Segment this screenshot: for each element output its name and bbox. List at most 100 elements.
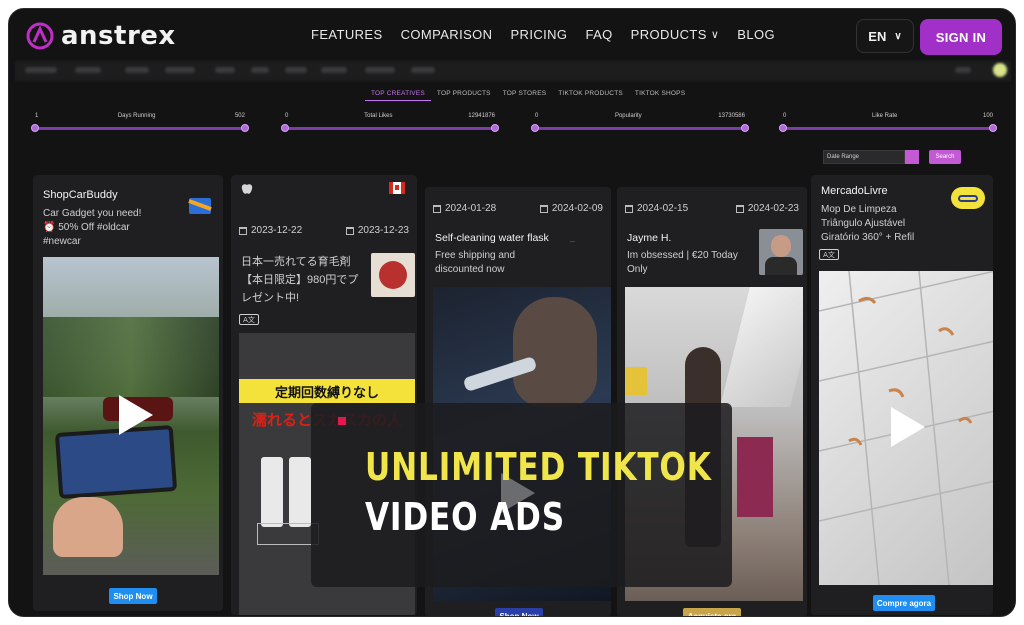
nav-link-blog[interactable]: BLOG bbox=[737, 27, 775, 42]
slider-handle-max[interactable] bbox=[491, 124, 499, 132]
play-icon[interactable] bbox=[119, 395, 153, 435]
desc-line: Free shipping and bbox=[435, 250, 516, 261]
mercadolivre-logo-icon bbox=[951, 187, 985, 209]
tab-top-products[interactable]: TOP PRODUCTS bbox=[431, 87, 497, 101]
calendar-icon bbox=[345, 226, 354, 235]
logo[interactable]: anstrex bbox=[25, 21, 176, 51]
slider-max: 100 bbox=[982, 113, 993, 119]
shop-now-button[interactable]: Shop Now bbox=[109, 588, 157, 604]
nav-link-faq[interactable]: FAQ bbox=[585, 27, 612, 42]
slider-handle-min[interactable] bbox=[779, 124, 787, 132]
video-poster bbox=[625, 367, 647, 395]
brand-logo-icon: ~ bbox=[569, 237, 576, 246]
ad-card[interactable]: ShopCarBuddy Car Gadget you need! ⏰ 50% … bbox=[33, 175, 223, 611]
play-icon[interactable] bbox=[891, 407, 925, 447]
calendar-icon[interactable] bbox=[905, 150, 919, 164]
product-bottle bbox=[261, 457, 283, 527]
date-text: 2024-02-23 bbox=[747, 203, 799, 214]
translate-icon[interactable]: A文 bbox=[239, 314, 259, 325]
slider-min: 0 bbox=[535, 113, 539, 119]
desc-line: #newcar bbox=[43, 236, 81, 247]
buy-now-button[interactable]: Acquista ora bbox=[683, 608, 741, 616]
slider-label: Popularity bbox=[614, 113, 642, 119]
language-label: EN bbox=[868, 28, 887, 44]
search-button[interactable]: Search bbox=[929, 150, 961, 164]
tab-top-creatives[interactable]: TOP CREATIVES bbox=[365, 87, 431, 101]
tab-tiktok-products[interactable]: TIKTOK PRODUCTS bbox=[552, 87, 629, 101]
top-nav: anstrex FEATURES COMPARISON PRICING FAQ … bbox=[9, 9, 1015, 67]
date-text: 2024-01-28 bbox=[445, 203, 497, 214]
desc-line: ⏰ 50% Off #oldcar bbox=[43, 222, 130, 233]
browser-frame: anstrex FEATURES COMPARISON PRICING FAQ … bbox=[8, 8, 1016, 617]
slider-handle-max[interactable] bbox=[741, 124, 749, 132]
slider-handle-min[interactable] bbox=[31, 124, 39, 132]
toolbar-blob bbox=[165, 67, 195, 73]
toolbar-blob bbox=[125, 67, 149, 73]
slider-popularity[interactable]: 0 Popularity 13730586 bbox=[531, 113, 749, 135]
date-range-input[interactable]: Date Range bbox=[823, 150, 905, 164]
canada-flag-icon bbox=[389, 182, 405, 194]
desc-line: Im obsessed | €20 Today bbox=[627, 250, 738, 261]
toolbar-blob bbox=[251, 67, 269, 73]
ad-card[interactable]: MercadoLivre Mop De Limpeza Triângulo Aj… bbox=[811, 175, 993, 615]
slider-handle-max[interactable] bbox=[241, 124, 249, 132]
desc-line: レゼント中! bbox=[241, 292, 300, 304]
slider-handle-max[interactable] bbox=[989, 124, 997, 132]
nav-link-features[interactable]: FEATURES bbox=[311, 27, 383, 42]
slider-max: 502 bbox=[234, 113, 245, 119]
slider-track[interactable] bbox=[783, 127, 993, 130]
translate-icon[interactable]: A文 bbox=[819, 249, 839, 260]
tab-top-stores[interactable]: TOP STORES bbox=[497, 87, 553, 101]
slider-track[interactable] bbox=[35, 127, 245, 130]
sign-in-button[interactable]: SIGN IN bbox=[920, 19, 1002, 55]
buy-now-button[interactable]: Compre agora bbox=[873, 595, 935, 611]
slider-total-likes[interactable]: 0 Total Likes 12941876 bbox=[281, 113, 499, 135]
start-date: 2023-12-22 bbox=[239, 225, 302, 236]
toolbar-blob bbox=[25, 67, 57, 73]
ad-video[interactable] bbox=[819, 271, 993, 585]
toolbar-blob bbox=[75, 67, 101, 73]
banner-line-1: UNLIMITED TIKTOK bbox=[365, 445, 712, 489]
desc-line: Mop De Limpeza bbox=[821, 204, 897, 215]
nav-link-products[interactable]: PRODUCTS ∨ bbox=[631, 27, 720, 42]
slider-min: 0 bbox=[783, 113, 787, 119]
toolbar-blob bbox=[955, 67, 971, 73]
video-drawer bbox=[737, 437, 773, 517]
slider-like-rate[interactable]: 0 Like Rate 100 bbox=[779, 113, 997, 135]
nav-link-comparison[interactable]: COMPARISON bbox=[401, 27, 493, 42]
slider-handle-min[interactable] bbox=[531, 124, 539, 132]
date-text: 2023-12-23 bbox=[357, 225, 409, 236]
ad-dates: 2024-02-15 2024-02-23 bbox=[617, 203, 807, 214]
desc-line: Car Gadget you need! bbox=[43, 208, 142, 219]
notification-icon[interactable] bbox=[993, 63, 1007, 77]
toolbar-blob bbox=[285, 67, 307, 73]
banner-line-2: VIDEO ADS bbox=[365, 495, 566, 539]
toolbar-blob bbox=[215, 67, 235, 73]
slider-days-running[interactable]: 1 Days Running 502 bbox=[31, 113, 249, 135]
desc-line: Giratório 360° + Refil bbox=[821, 232, 915, 243]
slider-track[interactable] bbox=[285, 127, 495, 130]
ad-description: Mop De Limpeza Triângulo Ajustável Girat… bbox=[821, 203, 914, 245]
ad-description: Free shipping and discounted now bbox=[435, 249, 515, 277]
advertiser-name: MercadoLivre bbox=[821, 185, 888, 197]
record-indicator-icon bbox=[338, 417, 346, 425]
nav-link-products-label: PRODUCTS bbox=[630, 27, 707, 42]
ad-badge bbox=[257, 523, 319, 545]
language-selector[interactable]: EN ∨ bbox=[856, 19, 914, 53]
tab-tiktok-shops[interactable]: TIKTOK SHOPS bbox=[629, 87, 691, 101]
ad-description: Im obsessed | €20 Today Only bbox=[627, 249, 738, 277]
shop-now-button[interactable]: Shop Now bbox=[495, 608, 543, 616]
advertiser-logo-icon bbox=[188, 198, 212, 214]
slider-max: 13730586 bbox=[718, 113, 745, 119]
logo-icon bbox=[26, 22, 54, 50]
nav-link-pricing[interactable]: PRICING bbox=[510, 27, 567, 42]
ad-video[interactable] bbox=[43, 257, 219, 575]
video-hand bbox=[53, 497, 123, 557]
date-text: 2024-02-15 bbox=[637, 203, 689, 214]
app-toolbar-strip bbox=[15, 61, 1011, 81]
desc-line: 日本一売れてる育毛剤 bbox=[241, 256, 351, 268]
slider-track[interactable] bbox=[535, 127, 745, 130]
calendar-icon bbox=[539, 204, 548, 213]
product-bottle bbox=[289, 457, 311, 527]
slider-handle-min[interactable] bbox=[281, 124, 289, 132]
